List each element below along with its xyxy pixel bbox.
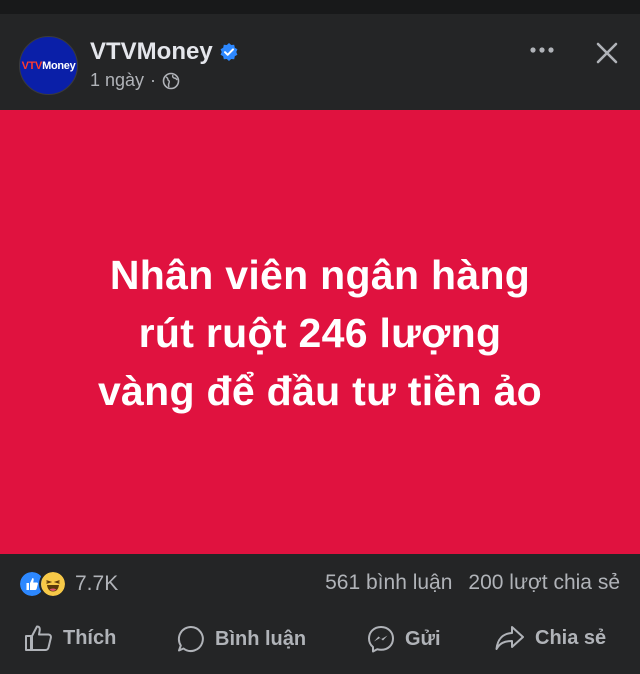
top-strip [0,0,640,14]
more-dots-icon [530,47,554,53]
headline-line: rút ruột 246 lượng [138,310,502,356]
send-button[interactable]: Gửi [366,624,441,654]
close-button[interactable] [591,37,623,69]
headline: Nhân viên ngân hàng rút ruột 246 lượng v… [98,246,542,420]
comment-icon [177,625,204,652]
post-time[interactable]: 1 ngày [90,70,144,91]
share-count[interactable]: 200 lượt chia sẻ [468,571,620,595]
comment-count[interactable]: 561 bình luận [325,571,452,595]
like-label: Thích [63,626,117,649]
action-bar: Thích Bình luận Gửi Chia sẻ [0,614,640,674]
globe-icon [162,72,180,89]
meta-separator: · [150,70,157,90]
reaction-count[interactable]: 7.7K [75,572,118,596]
avatar-logo: VTVMoney [21,59,76,72]
more-options-button[interactable] [526,38,558,62]
headline-line: Nhân viên ngân hàng [109,252,531,298]
share-label: Chia sẻ [535,626,607,649]
send-label: Gửi [405,627,441,650]
post-header: VTVMoney VTVMoney 1 ngày · [0,14,640,110]
reactions-summary[interactable]: 7.7K [18,570,118,598]
like-button[interactable]: Thích [24,624,116,652]
post-stats: 7.7K 561 bình luận 200 lượt chia sẻ [0,554,640,614]
messenger-icon [368,626,394,653]
haha-reaction-icon [39,570,67,598]
comment-label: Bình luận [215,627,307,650]
like-icon [25,625,52,651]
post-image[interactable]: Nhân viên ngân hàng rút ruột 246 lượng v… [0,110,640,554]
post-meta: 1 ngày · [90,70,180,91]
share-button[interactable]: Chia sẻ [494,624,606,652]
page-name-label[interactable]: VTVMoney [90,38,213,66]
headline-line: vàng để đầu tư tiền ảo [97,368,543,414]
avatar[interactable]: VTVMoney [19,36,78,95]
comment-button[interactable]: Bình luận [176,624,306,654]
share-icon [495,626,524,650]
verified-badge-icon [220,43,238,61]
engagement-counts: 561 bình luận 200 lượt chia sẻ [325,571,620,595]
close-icon [596,42,618,64]
page-name[interactable]: VTVMoney [90,38,239,66]
